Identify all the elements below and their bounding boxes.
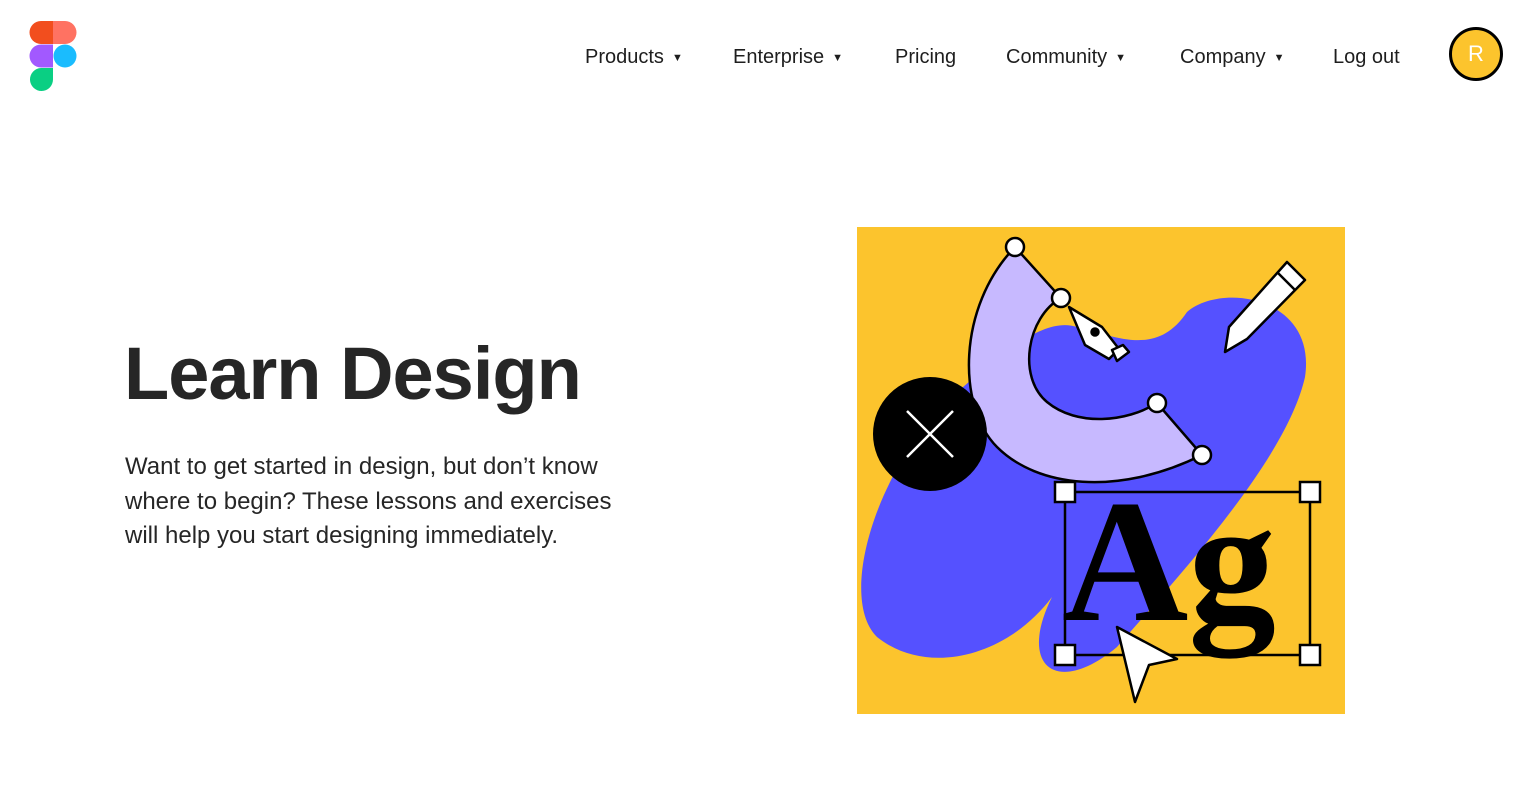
anchor-point (1004, 236, 1026, 258)
logo-coral-segment (53, 21, 77, 44)
main-nav: Products ▼ Enterprise ▼ Pricing Communit… (0, 42, 1536, 72)
caret-down-icon: ▼ (1115, 52, 1127, 64)
avatar-initial: R (1468, 41, 1484, 66)
anchor-point (1146, 392, 1168, 414)
nav-enterprise[interactable]: Enterprise ▼ (733, 42, 843, 72)
hero-description: Want to get started in design, but don’t… (125, 453, 612, 549)
nav-logout[interactable]: Log out (1333, 42, 1400, 72)
nav-company[interactable]: Company ▼ (1180, 42, 1285, 72)
nav-community[interactable]: Community ▼ (1006, 42, 1126, 72)
selection-handle (1053, 643, 1077, 667)
anchor-point (1050, 287, 1072, 309)
nav-logout-label: Log out (1333, 45, 1400, 68)
page-title: Learn Design (124, 332, 582, 415)
nav-enterprise-label: Enterprise (733, 45, 825, 68)
nav-pricing-label: Pricing (895, 45, 957, 68)
selection-handle (1053, 480, 1077, 504)
caret-down-icon: ▼ (832, 52, 844, 64)
nav-products[interactable]: Products ▼ (585, 42, 683, 72)
nav-pricing[interactable]: Pricing (895, 42, 956, 72)
selection-handle (1298, 643, 1322, 667)
caret-down-icon: ▼ (1273, 52, 1285, 64)
user-avatar[interactable]: R (1449, 27, 1503, 81)
close-circle-icon (873, 377, 987, 491)
nav-community-label: Community (1006, 45, 1108, 68)
caret-down-icon: ▼ (671, 52, 683, 64)
selection-handle (1298, 480, 1322, 504)
hero-illustration: Ag (857, 227, 1345, 714)
nav-company-label: Company (1180, 45, 1266, 68)
nav-products-label: Products (585, 45, 664, 68)
logo-red-segment (29, 21, 53, 44)
anchor-point (1191, 444, 1213, 466)
